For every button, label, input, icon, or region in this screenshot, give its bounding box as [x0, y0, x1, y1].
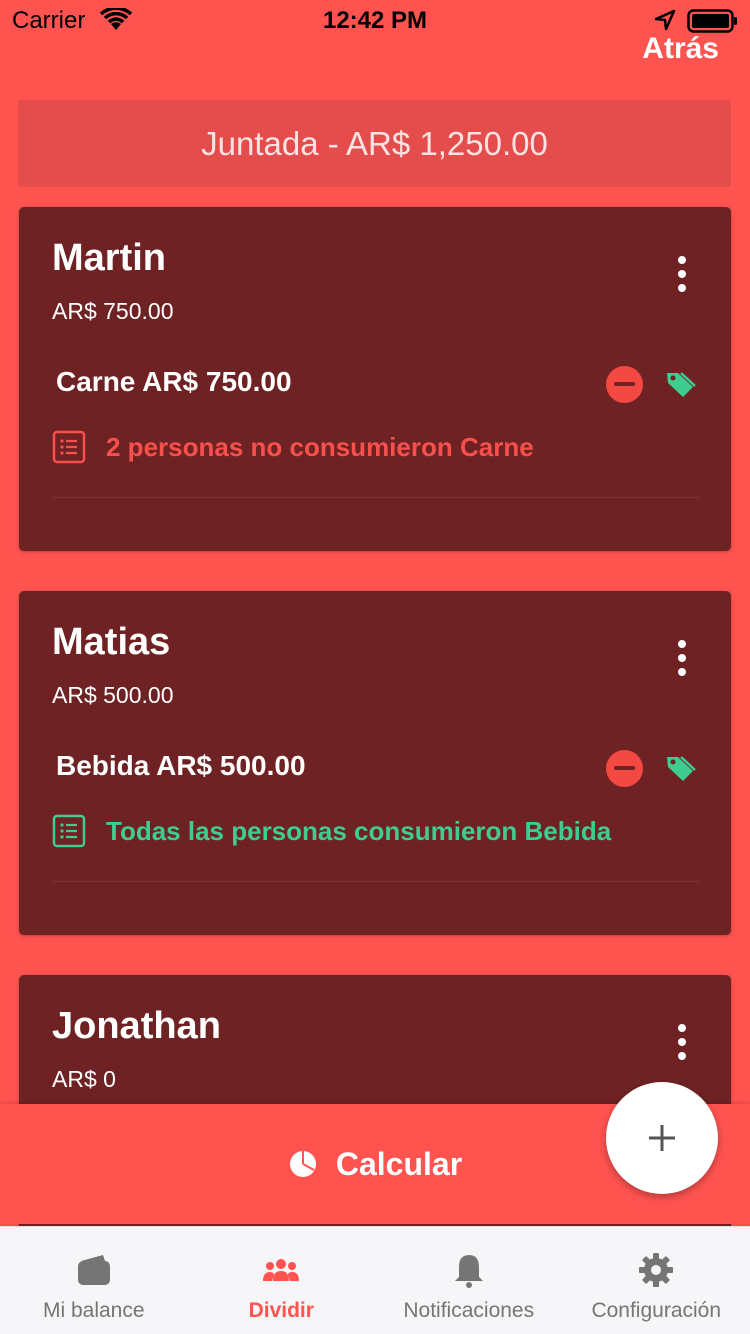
tab-dividir[interactable]: Dividir — [188, 1227, 376, 1334]
back-button[interactable]: Atrás — [642, 32, 719, 66]
person-name: Martin — [52, 237, 166, 279]
tab-label: Notificaciones — [403, 1299, 535, 1322]
expense-item: Carne AR$ 750.00 — [56, 366, 292, 397]
consume-text: 2 personas no consumieron Carne — [106, 431, 534, 462]
remove-item-button[interactable] — [606, 750, 643, 787]
more-menu-icon[interactable] — [677, 256, 687, 294]
consume-status: 2 personas no consumieron Carne — [52, 430, 534, 464]
divider — [52, 881, 699, 882]
person-card: Matias AR$ 500.00 Bebida AR$ 500.00 Toda… — [19, 591, 731, 935]
tab-notificaciones[interactable]: Notificaciones — [375, 1227, 563, 1334]
tag-icon[interactable] — [664, 369, 696, 399]
tab-label: Dividir — [248, 1299, 314, 1322]
status-bar: Carrier 12:42 PM — [0, 0, 750, 40]
plus-icon — [649, 1125, 675, 1151]
more-menu-icon[interactable] — [677, 1024, 687, 1062]
tab-mi-balance[interactable]: Mi balance — [0, 1227, 188, 1334]
status-time: 12:42 PM — [322, 7, 428, 34]
person-amount: AR$ 750.00 — [52, 298, 174, 324]
tab-label: Mi balance — [42, 1299, 145, 1322]
more-menu-icon[interactable] — [677, 640, 687, 678]
tag-icon[interactable] — [664, 753, 696, 783]
expense-item: Bebida AR$ 500.00 — [56, 750, 306, 781]
tab-label: Configuración — [591, 1299, 722, 1322]
person-card: Martin AR$ 750.00 Carne AR$ 750.00 2 per… — [19, 207, 731, 551]
add-button[interactable] — [606, 1082, 718, 1194]
gear-icon — [639, 1253, 674, 1287]
person-amount: AR$ 0 — [52, 1066, 116, 1092]
tab-configuracion[interactable]: Configuración — [563, 1227, 750, 1334]
battery-icon — [687, 9, 737, 33]
bell-icon — [454, 1255, 483, 1288]
person-amount: AR$ 500.00 — [52, 682, 174, 708]
people-icon — [263, 1259, 300, 1281]
pie-chart-icon — [289, 1151, 316, 1177]
remove-item-button[interactable] — [606, 366, 643, 403]
consume-status: Todas las personas consumieron Bebida — [52, 814, 611, 848]
consume-text: Todas las personas consumieron Bebida — [106, 815, 612, 846]
person-name: Jonathan — [52, 1005, 221, 1047]
wallet-icon — [77, 1255, 110, 1285]
location-arrow-icon — [654, 9, 676, 31]
list-icon — [52, 814, 86, 848]
total-banner: Juntada - AR$ 1,250.00 — [18, 100, 731, 187]
person-name: Matias — [52, 621, 171, 663]
divider — [52, 497, 699, 498]
list-icon — [52, 430, 86, 464]
tab-bar: Mi balance Dividir Notificaciones Config… — [0, 1226, 750, 1334]
calculate-label: Calcular — [335, 1145, 463, 1182]
